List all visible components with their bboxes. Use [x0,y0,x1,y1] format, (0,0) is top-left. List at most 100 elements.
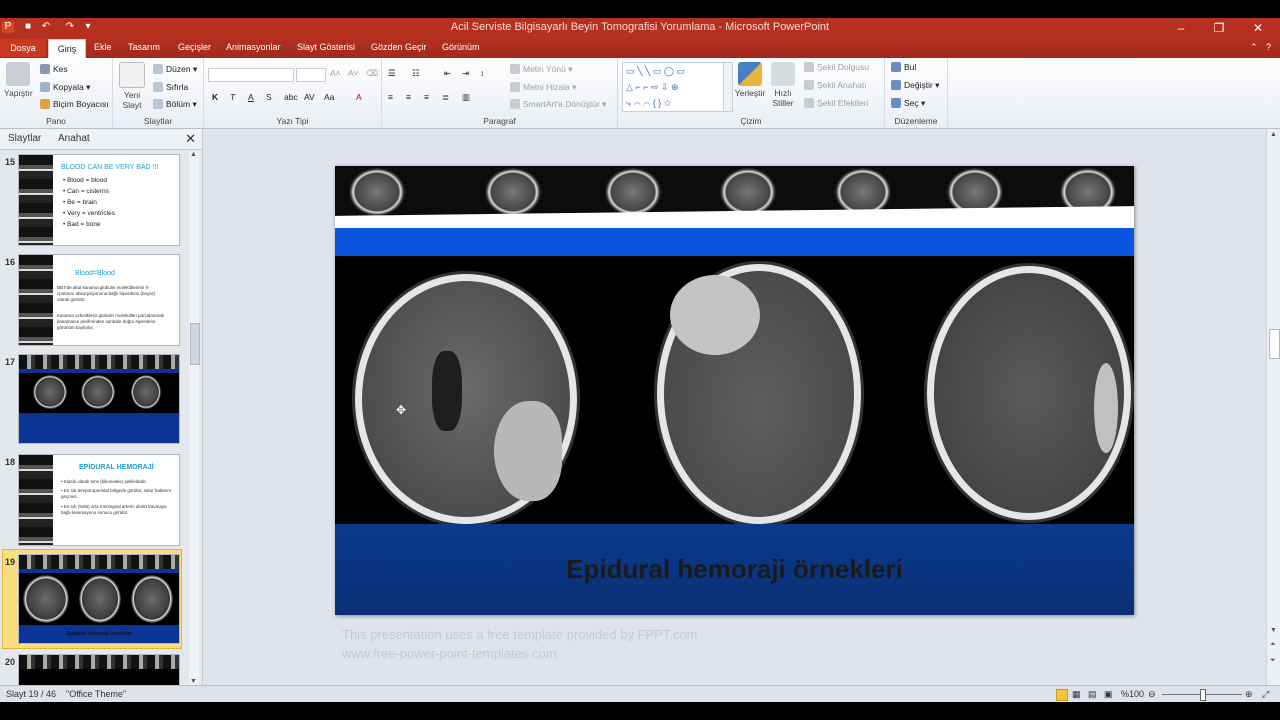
tab-slideshow[interactable]: Slayt Gösterisi [297,42,355,52]
strikethrough-button[interactable]: abc [284,92,298,102]
new-slide-button[interactable]: Yeni Slayt [117,62,147,110]
slide-thumbnail-20[interactable] [18,654,180,687]
justify-icon[interactable]: ≣ [442,92,449,103]
hemorrhage-region [1094,363,1118,453]
tab-design[interactable]: Tasarım [128,42,160,52]
close-window-button[interactable]: ✕ [1243,20,1273,36]
numbering-icon[interactable]: ☷ [412,68,420,79]
fit-to-window-icon[interactable]: ⤢ [1262,689,1269,700]
align-text-button[interactable]: Metni Hizala ▾ [510,82,576,93]
find-button[interactable]: Bul [891,62,916,72]
scroll-down-icon[interactable]: ▼ [1270,627,1277,634]
font-size-select[interactable] [296,68,326,82]
minimize-button[interactable]: – [1166,20,1196,36]
next-slide-icon[interactable]: ⏷ [1270,657,1276,665]
quick-styles-button[interactable]: Hızlı Stiller [768,62,798,108]
slide-thumbnail-17[interactable] [18,354,180,444]
tab-view[interactable]: Görünüm [442,42,480,52]
paste-button[interactable]: Yapıştır [4,62,33,98]
quick-styles-label-2: Stiller [772,98,794,108]
increase-indent-icon[interactable]: ⇥ [462,68,469,79]
layout-icon [153,64,163,74]
scroll-up-icon[interactable]: ▲ [190,151,197,158]
reading-view-icon[interactable]: ▤ [1088,689,1097,700]
clear-format-icon[interactable]: ⌫ [366,68,378,79]
group-label-clipboard: Pano [46,116,66,126]
current-slide[interactable]: Epidural hemoraji örnekleri [335,166,1134,615]
close-panel-button[interactable]: ✕ [185,131,196,147]
help-icon[interactable]: ? [1266,42,1271,52]
char-spacing-button[interactable]: AV [304,92,315,102]
slide-number: 15 [5,157,16,167]
slide-18-text: • En sık (%85) orta meningeal arterin di… [61,504,167,515]
smartart-button[interactable]: SmartArt'a Dönüştür ▾ [510,99,606,110]
shape-effects-button[interactable]: Şekil Efektleri [804,98,869,108]
zoom-out-icon[interactable]: ⊖ [1148,689,1156,700]
normal-view-icon[interactable] [1056,689,1068,701]
slide-16-text: Kanama ozkotikleşir globulin molekülleri… [57,313,165,330]
tab-insert[interactable]: Ekle [94,42,112,52]
bold-button[interactable]: K [212,92,218,102]
tab-outline-panel[interactable]: Anahat [58,133,90,144]
scroll-up-icon[interactable]: ▲ [1270,131,1277,138]
tab-transitions[interactable]: Geçişler [178,42,211,52]
align-center-icon[interactable]: ≡ [406,92,411,102]
ct-strip-image [19,655,179,669]
panel-scrollbar[interactable]: ▲ ▼ [189,151,200,685]
editor-scrollbar[interactable]: ▲ ▼ ⏶ ⏷ [1266,129,1280,685]
group-editing: Bul Değiştir ▾ Seç ▾ Düzenleme [885,58,948,128]
zoom-slider-thumb[interactable] [1200,689,1206,701]
tab-home[interactable]: Giriş [48,39,86,59]
tab-slides-panel[interactable]: Slaytlar [8,133,41,144]
editor-scroll-thumb[interactable] [1269,329,1280,359]
slide-thumbnail-19[interactable]: Epidural hemoraji örnekleri [18,554,180,644]
reset-button[interactable]: Sıfırla [153,82,188,92]
previous-slide-icon[interactable]: ⏶ [1270,641,1276,649]
shapes-gallery[interactable]: ▭ ╲ ╲ ▭ ◯ ▭ △ ⌐ ⌐ ⇨ ⇩ ⊕ ⤷ ⌒ ⌒ { } ☆ [622,62,727,112]
font-color-button[interactable]: A [356,92,362,102]
shadow-button[interactable]: S [266,92,272,102]
slide-thumbnail-16[interactable]: Blood=Blood BBT'de akut kanama globulin … [18,254,180,346]
grow-font-icon[interactable]: A˄ [330,68,341,78]
quick-styles-label: Hızlı [774,88,792,98]
scroll-down-icon[interactable]: ▼ [190,678,197,685]
select-button[interactable]: Seç ▾ [891,98,925,109]
text-direction-button[interactable]: Metin Yönü ▾ [510,64,573,75]
slide-sorter-icon[interactable]: ▦ [1072,689,1081,700]
bullets-icon[interactable]: ☰ [388,68,396,79]
cut-button[interactable]: Kes [40,64,68,74]
section-button[interactable]: Bölüm ▾ [153,99,197,110]
zoom-in-icon[interactable]: ⊕ [1245,689,1253,700]
italic-button[interactable]: T [230,92,235,102]
arrange-button[interactable]: Yerleştir [732,62,768,98]
font-family-select[interactable] [208,68,294,82]
tab-file[interactable]: Dosya [0,39,46,57]
theme-name[interactable]: "Office Theme" [66,689,126,699]
slide-thumbnail-15[interactable]: BLOOD CAN BE VERY BAD !!! • Blood = bloo… [18,154,180,246]
layout-button[interactable]: Düzen ▾ [153,64,197,75]
panel-scroll-thumb[interactable] [190,323,200,365]
maximize-button[interactable]: ❐ [1204,20,1234,36]
decrease-indent-icon[interactable]: ⇤ [444,68,451,79]
shape-fill-button[interactable]: Şekil Dolgusu [804,62,869,72]
replace-button[interactable]: Değiştir ▾ [891,80,939,91]
brush-icon [40,99,50,109]
zoom-level[interactable]: %100 [1121,689,1144,699]
tab-review[interactable]: Gözden Geçir [371,42,427,52]
slide-thumbnail-18[interactable]: EPİDURAL HEMORAJİ • Klasik olarak lens (… [18,454,180,546]
underline-button[interactable]: A [248,92,254,102]
shape-fill-label: Şekil Dolgusu [817,62,869,72]
format-painter-button[interactable]: Biçim Boyacısı [40,99,109,109]
shape-outline-button[interactable]: Şekil Anahatı [804,80,867,90]
ribbon-minimize-icon[interactable]: ⌃ [1250,42,1258,53]
align-right-icon[interactable]: ≡ [424,92,429,102]
align-left-icon[interactable]: ≡ [388,92,393,102]
slide-caption[interactable]: Epidural hemoraji örnekleri [335,554,1134,585]
columns-icon[interactable]: ▥ [462,92,470,103]
copy-button[interactable]: Kopyala ▾ [40,82,90,93]
change-case-icon[interactable]: Aa [324,92,334,102]
shrink-font-icon[interactable]: A˅ [348,68,359,78]
tab-animations[interactable]: Animasyonlar [226,42,281,52]
line-spacing-icon[interactable]: ↕ [480,68,484,78]
slideshow-icon[interactable]: ▣ [1104,689,1113,700]
